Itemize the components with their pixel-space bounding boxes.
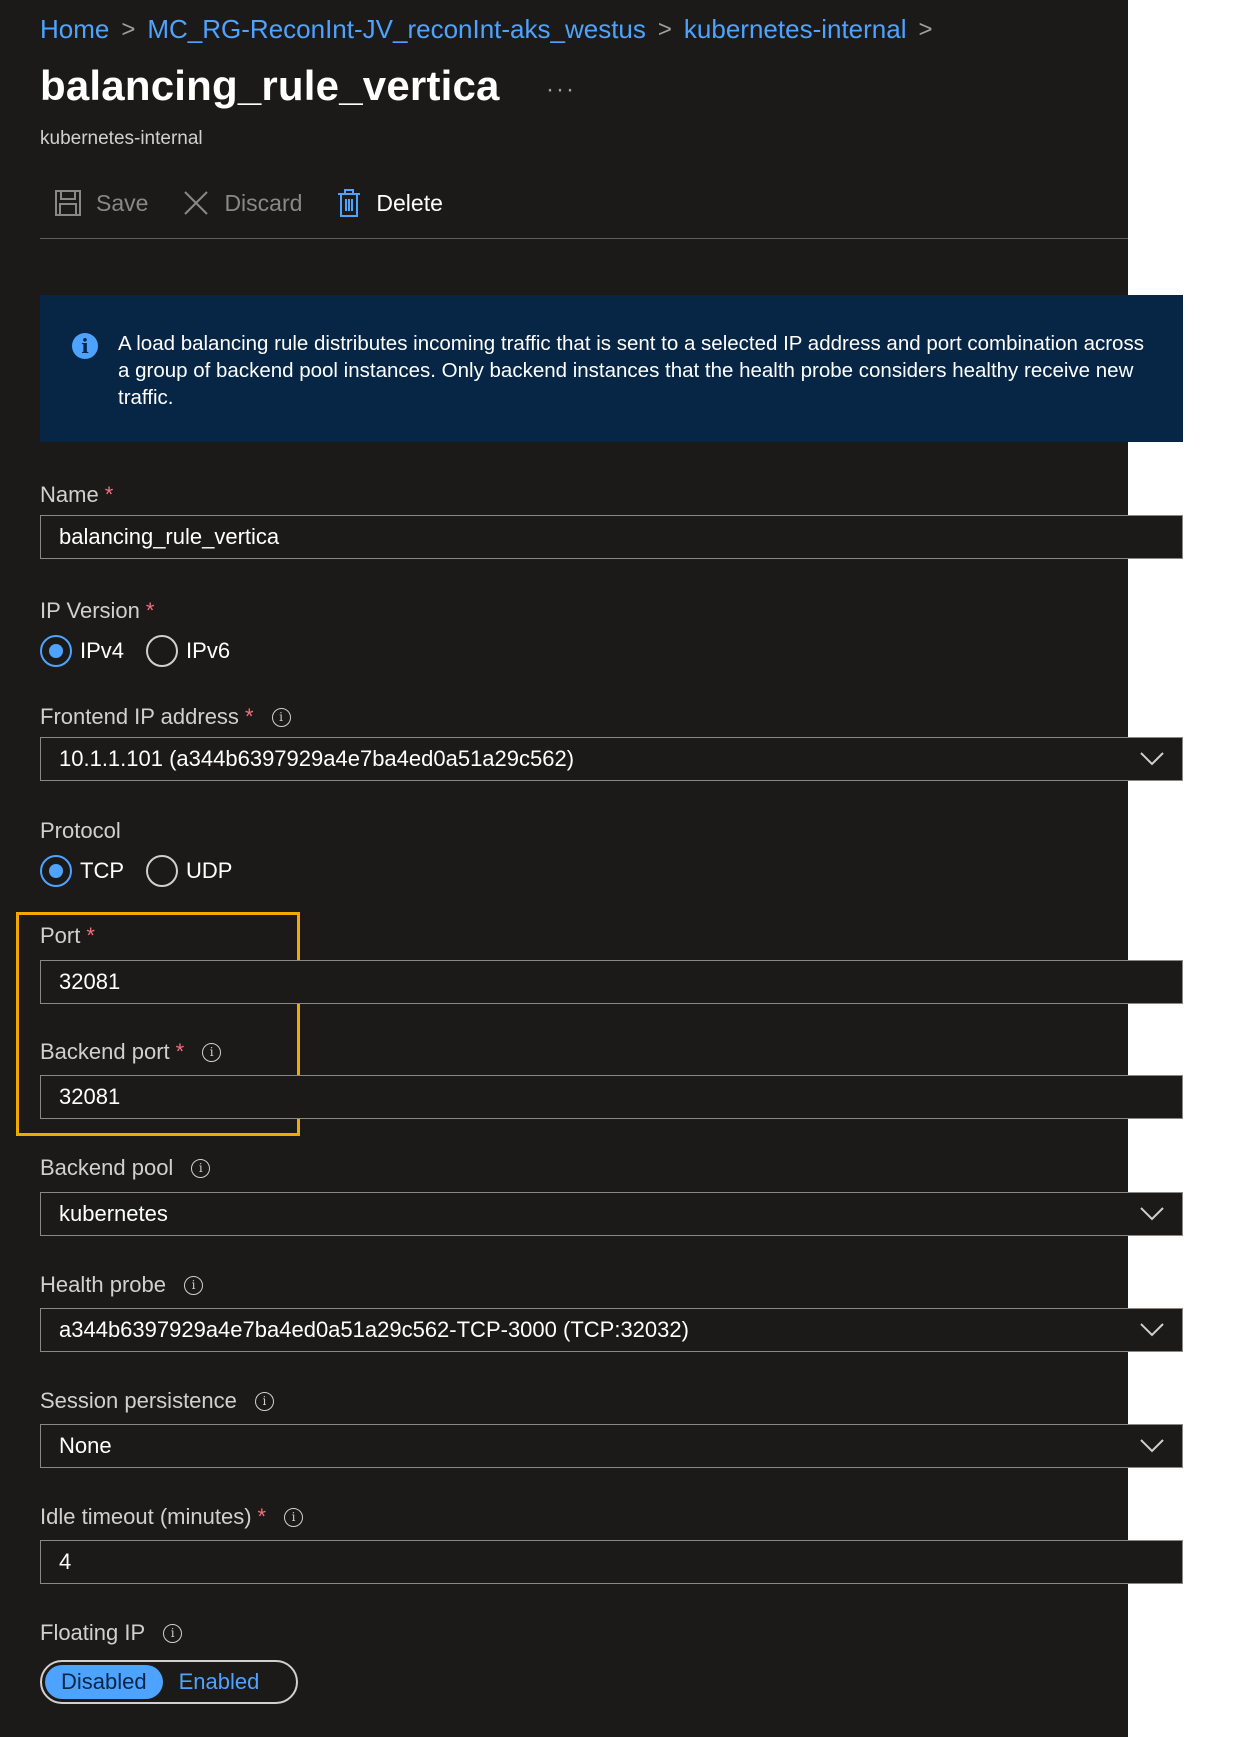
protocol-radio-group: TCP UDP xyxy=(40,855,254,887)
chevron-right-icon: > xyxy=(657,15,672,43)
chevron-right-icon: > xyxy=(121,15,136,43)
toolbar-divider xyxy=(40,238,1128,239)
ip-version-label: IP Version * xyxy=(40,598,155,623)
floating-ip-enabled-option[interactable]: Enabled xyxy=(163,1665,276,1699)
port-label: Port * xyxy=(40,923,95,948)
info-tooltip-icon[interactable]: i xyxy=(284,1507,304,1527)
window-edge xyxy=(1128,0,1248,1737)
name-label: Name * xyxy=(40,482,114,507)
required-marker: * xyxy=(86,923,95,948)
trash-icon xyxy=(338,189,361,217)
frontend-ip-label: Frontend IP address * i xyxy=(40,704,291,730)
info-tooltip-icon[interactable]: i xyxy=(254,1391,274,1411)
required-marker: * xyxy=(145,598,155,623)
required-marker: * xyxy=(175,1039,185,1064)
breadcrumb-home[interactable]: Home xyxy=(40,14,109,45)
frontend-ip-value: 10.1.1.101 (a344b6397929a4e7ba4ed0a51a29… xyxy=(59,746,575,771)
info-tooltip-icon[interactable]: i xyxy=(163,1623,183,1643)
info-banner: i A load balancing rule distributes inco… xyxy=(40,295,1183,442)
name-input[interactable] xyxy=(41,516,1182,558)
breadcrumb-load-balancer[interactable]: kubernetes-internal xyxy=(684,14,907,45)
save-button[interactable]: Save xyxy=(54,189,148,217)
backend-pool-label: Backend pool i xyxy=(40,1155,211,1181)
backend-pool-dropdown[interactable]: kubernetes xyxy=(40,1192,1183,1236)
idle-timeout-label: Idle timeout (minutes) * i xyxy=(40,1504,304,1530)
delete-label: Delete xyxy=(376,189,443,216)
session-persistence-label: Session persistence i xyxy=(40,1388,274,1414)
required-marker: * xyxy=(104,482,114,507)
session-persistence-dropdown[interactable]: None xyxy=(40,1424,1183,1468)
info-tooltip-icon[interactable]: i xyxy=(202,1042,222,1062)
floating-ip-toggle: Disabled Enabled xyxy=(40,1660,298,1704)
info-text: A load balancing rule distributes incomi… xyxy=(118,332,1144,409)
floating-ip-label: Floating IP i xyxy=(40,1620,183,1646)
frontend-ip-dropdown[interactable]: 10.1.1.101 (a344b6397929a4e7ba4ed0a51a29… xyxy=(40,737,1183,781)
more-options-button[interactable]: ··· xyxy=(546,76,576,104)
breadcrumb-resource-group[interactable]: MC_RG-ReconInt-JV_reconInt-aks_westus xyxy=(147,14,646,45)
discard-button[interactable]: Discard xyxy=(182,189,302,217)
chevron-down-icon xyxy=(1140,1207,1164,1221)
port-field[interactable] xyxy=(40,960,1183,1004)
page-subtitle: kubernetes-internal xyxy=(40,128,203,149)
info-tooltip-icon[interactable]: i xyxy=(271,707,291,727)
discard-label: Discard xyxy=(224,189,303,216)
chevron-down-icon xyxy=(1140,1323,1164,1337)
port-input[interactable] xyxy=(41,961,1182,1003)
session-persistence-value: None xyxy=(59,1433,112,1458)
radio-selected-icon xyxy=(40,635,72,667)
backend-port-field[interactable] xyxy=(40,1075,1183,1119)
radio-empty-icon xyxy=(146,855,178,887)
health-probe-dropdown[interactable]: a344b6397929a4e7ba4ed0a51a29c562-TCP-300… xyxy=(40,1308,1183,1352)
backend-port-input[interactable] xyxy=(41,1076,1182,1118)
idle-timeout-field[interactable] xyxy=(40,1540,1183,1584)
radio-udp[interactable]: UDP xyxy=(146,855,232,887)
required-marker: * xyxy=(244,704,254,729)
name-field[interactable] xyxy=(40,515,1183,559)
breadcrumb: Home > MC_RG-ReconInt-JV_reconInt-aks_we… xyxy=(40,14,945,45)
chevron-down-icon xyxy=(1140,752,1164,766)
delete-button[interactable]: Delete xyxy=(336,188,443,218)
required-marker: * xyxy=(257,1504,267,1529)
chevron-right-icon: > xyxy=(918,15,933,43)
ip-version-radio-group: IPv4 IPv6 xyxy=(40,635,252,667)
health-probe-value: a344b6397929a4e7ba4ed0a51a29c562-TCP-300… xyxy=(59,1317,689,1342)
health-probe-label: Health probe i xyxy=(40,1272,203,1298)
info-tooltip-icon[interactable]: i xyxy=(191,1158,211,1178)
info-icon: i xyxy=(72,333,98,359)
radio-selected-icon xyxy=(40,855,72,887)
radio-empty-icon xyxy=(146,635,179,667)
backend-pool-value: kubernetes xyxy=(59,1201,168,1226)
radio-ipv6[interactable]: IPv6 xyxy=(146,635,230,667)
close-icon xyxy=(184,191,209,215)
radio-tcp[interactable]: TCP xyxy=(40,855,124,887)
chevron-down-icon xyxy=(1140,1439,1164,1453)
backend-port-label: Backend port * i xyxy=(40,1039,222,1065)
radio-ipv4[interactable]: IPv4 xyxy=(40,635,124,667)
info-tooltip-icon[interactable]: i xyxy=(183,1275,203,1295)
protocol-label: Protocol xyxy=(40,818,121,843)
idle-timeout-input[interactable] xyxy=(41,1541,1182,1583)
command-bar: Save Discard Delete xyxy=(54,188,477,218)
page-title: balancing_rule_vertica xyxy=(40,62,500,109)
floating-ip-disabled-option[interactable]: Disabled xyxy=(45,1665,163,1699)
save-label: Save xyxy=(96,189,149,216)
save-icon xyxy=(55,190,81,216)
